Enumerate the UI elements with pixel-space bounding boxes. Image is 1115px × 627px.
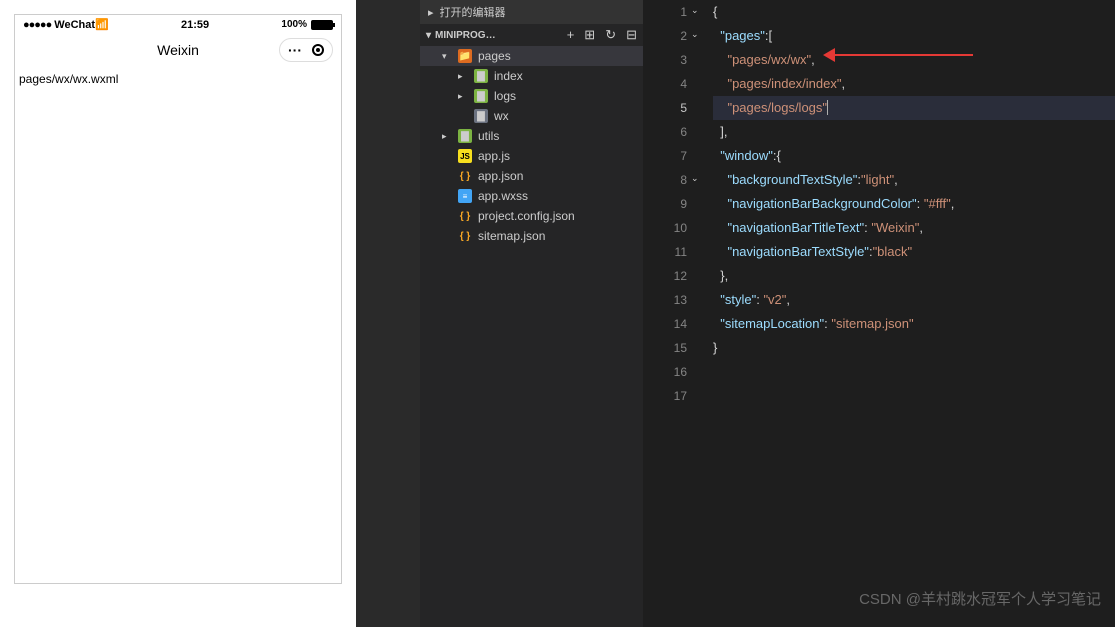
- file-appwxss[interactable]: ≡app.wxss: [420, 186, 643, 206]
- json-icon: { }: [458, 209, 472, 223]
- refresh-icon[interactable]: ↻: [605, 27, 616, 43]
- code-body[interactable]: { "pages":[ "pages/wx/wx", "pages/index/…: [643, 0, 1115, 360]
- folder-utils[interactable]: ▸▇utils: [420, 126, 643, 146]
- wxss-icon: ≡: [458, 189, 472, 203]
- file-explorer: ▸打开的编辑器 ▾MINIPROG… + ⊞ ↻ ⊟ ▾📁pages ▸▇ind…: [420, 0, 643, 627]
- simulator-panel: ●●●●● WeChat📶 21:59 100% Weixin ··· page…: [0, 0, 356, 627]
- folder-icon: ▇: [474, 109, 488, 123]
- folder-icon: ▇: [458, 129, 472, 143]
- battery-icon: [311, 20, 333, 30]
- page-content: pages/wx/wx.wxml: [15, 66, 341, 92]
- code-editor[interactable]: 1234567891011121314151617 ⌄ ⌄ ⌄ { "pages…: [643, 0, 1115, 627]
- chevron-right-icon: ▸: [428, 6, 434, 19]
- signal-dots: ●●●●●: [23, 19, 51, 31]
- folder-icon: ▇: [474, 89, 488, 103]
- fold-icon[interactable]: ⌄: [691, 5, 699, 16]
- folder-icon: 📁: [458, 49, 472, 63]
- panel-gap: [356, 0, 420, 627]
- close-target-icon[interactable]: [312, 44, 324, 56]
- folder-index[interactable]: ▸▇index: [420, 66, 643, 86]
- explorer-section[interactable]: ▸打开的编辑器: [420, 0, 643, 24]
- clock: 21:59: [181, 19, 209, 31]
- carrier: WeChat: [54, 19, 95, 31]
- new-file-icon[interactable]: +: [567, 27, 575, 43]
- page-title: Weixin: [157, 42, 199, 58]
- file-appjs[interactable]: JSapp.js: [420, 146, 643, 166]
- folder-pages[interactable]: ▾📁pages: [420, 46, 643, 66]
- folder-wx[interactable]: ▇wx: [420, 106, 643, 126]
- menu-icon[interactable]: ···: [288, 42, 302, 58]
- json-icon: { }: [458, 169, 472, 183]
- status-bar: ●●●●● WeChat📶 21:59 100%: [15, 15, 341, 34]
- battery-percent: 100%: [281, 19, 307, 30]
- fold-icon[interactable]: ⌄: [691, 29, 699, 40]
- fold-icon[interactable]: ⌄: [691, 173, 699, 184]
- nav-bar: Weixin ···: [15, 34, 341, 66]
- file-projectconfig[interactable]: { }project.config.json: [420, 206, 643, 226]
- capsule-button[interactable]: ···: [279, 38, 333, 62]
- file-sitemap[interactable]: { }sitemap.json: [420, 226, 643, 246]
- chevron-down-icon: ▾: [426, 30, 431, 41]
- file-appjson[interactable]: { }app.json: [420, 166, 643, 186]
- project-header[interactable]: ▾MINIPROG… + ⊞ ↻ ⊟: [420, 24, 643, 46]
- line-gutter: 1234567891011121314151617: [643, 0, 705, 408]
- wifi-icon: 📶: [95, 19, 109, 31]
- json-icon: { }: [458, 229, 472, 243]
- folder-icon: ▇: [474, 69, 488, 83]
- watermark: CSDN @羊村跳水冠军个人学习笔记: [859, 588, 1101, 609]
- collapse-icon[interactable]: ⊟: [626, 27, 637, 43]
- js-icon: JS: [458, 149, 472, 163]
- phone-frame: ●●●●● WeChat📶 21:59 100% Weixin ··· page…: [14, 14, 342, 584]
- folder-logs[interactable]: ▸▇logs: [420, 86, 643, 106]
- new-folder-icon[interactable]: ⊞: [584, 27, 595, 43]
